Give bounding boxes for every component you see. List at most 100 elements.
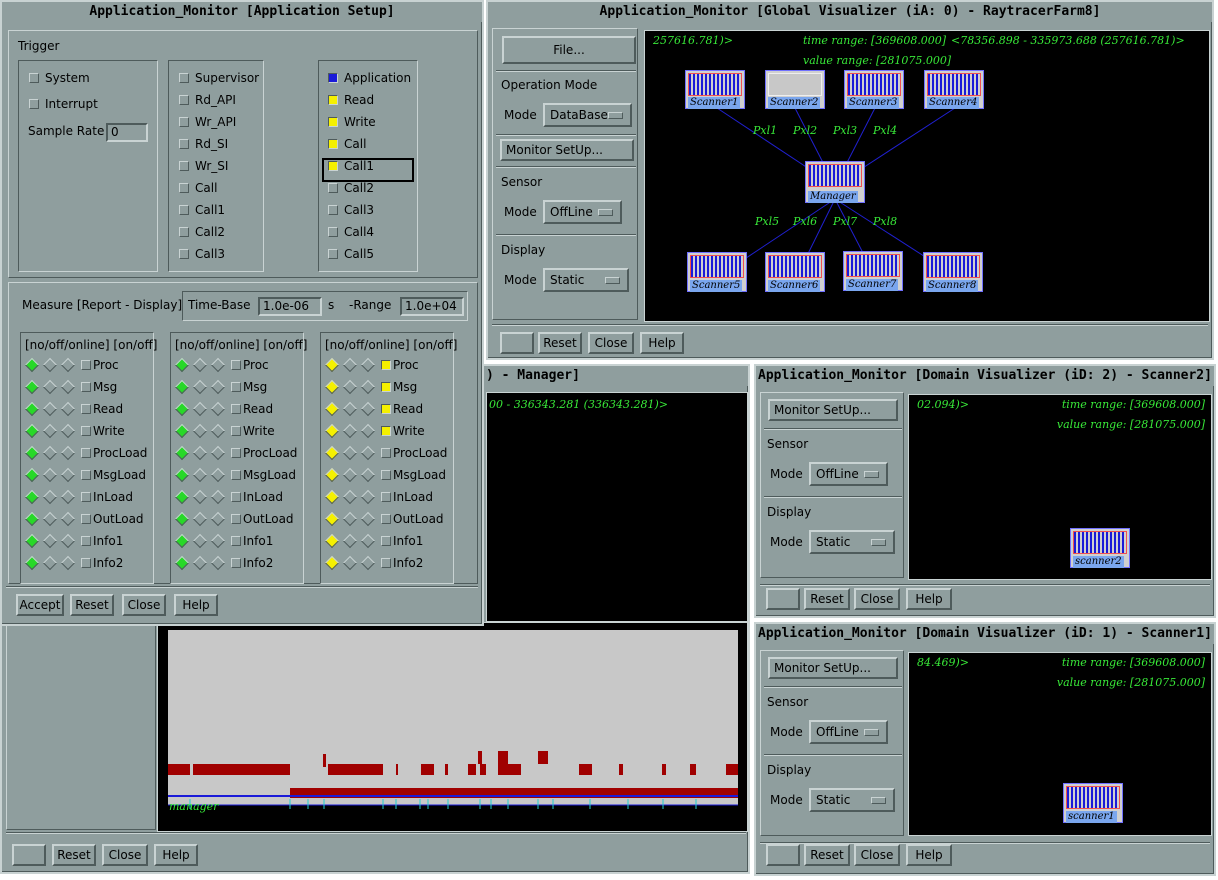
trigger-col3-checkbox[interactable] <box>328 95 338 105</box>
scanner2-close-button[interactable]: Close <box>854 588 900 610</box>
trigger-col3-checkbox[interactable] <box>328 117 338 127</box>
scanner1-sensor-dropdown[interactable]: OffLine <box>809 720 888 744</box>
measure-display-checkbox[interactable] <box>381 514 391 524</box>
measure-display-checkbox[interactable] <box>381 382 391 392</box>
measure-display-checkbox[interactable] <box>231 492 241 502</box>
scanner2-sensor-dropdown[interactable]: OffLine <box>809 462 888 486</box>
measure-display-checkbox[interactable] <box>231 558 241 568</box>
node-scanner7[interactable]: Scanner7 <box>843 251 903 291</box>
measure-display-checkbox[interactable] <box>81 404 91 414</box>
measure-display-checkbox[interactable] <box>81 536 91 546</box>
trigger-col2-checkbox[interactable] <box>179 249 189 259</box>
measure-display-checkbox[interactable] <box>381 492 391 502</box>
trigger-col3-checkbox[interactable] <box>328 249 338 259</box>
global-blank-button[interactable] <box>500 332 534 354</box>
setup-close-button[interactable]: Close <box>122 594 166 616</box>
scanner1-monitor-setup-button[interactable]: Monitor SetUp... <box>768 657 898 679</box>
trigger-col2-checkbox[interactable] <box>179 227 189 237</box>
measure-display-checkbox[interactable] <box>381 360 391 370</box>
setup-reset-button[interactable]: Reset <box>70 594 114 616</box>
global-reset-button[interactable]: Reset <box>538 332 582 354</box>
operation-mode-dropdown[interactable]: DataBase <box>543 103 632 127</box>
scanner2-blank-button[interactable] <box>766 588 800 610</box>
measure-label-write: Write <box>243 424 275 438</box>
scanner1-display-dropdown[interactable]: Static <box>809 788 895 812</box>
file-button[interactable]: File... <box>502 36 636 64</box>
measure-display-checkbox[interactable] <box>81 360 91 370</box>
node-scanner4[interactable]: Scanner4 <box>924 70 984 109</box>
trigger-col2-checkbox[interactable] <box>179 205 189 215</box>
measure-display-checkbox[interactable] <box>381 448 391 458</box>
manager-help-button[interactable]: Help <box>154 844 198 866</box>
scanner2-reset-button[interactable]: Reset <box>804 588 850 610</box>
range-input[interactable]: 1.0e+04 <box>400 297 464 316</box>
trigger-col3-checkbox[interactable] <box>328 227 338 237</box>
node-scanner6[interactable]: Scanner6 <box>765 252 825 292</box>
measure-display-checkbox[interactable] <box>81 514 91 524</box>
accept-button[interactable]: Accept <box>16 594 64 616</box>
trigger-col2-checkbox[interactable] <box>179 73 189 83</box>
setup-help-button[interactable]: Help <box>174 594 218 616</box>
measure-display-checkbox[interactable] <box>231 426 241 436</box>
trigger-col2-checkbox[interactable] <box>179 117 189 127</box>
global-close-button[interactable]: Close <box>588 332 634 354</box>
measure-display-checkbox[interactable] <box>381 470 391 480</box>
measure-display-checkbox[interactable] <box>381 558 391 568</box>
scanner2-node[interactable]: scanner2 <box>1070 528 1130 568</box>
measure-display-checkbox[interactable] <box>381 404 391 414</box>
scanner2-help-button[interactable]: Help <box>906 588 952 610</box>
sample-rate-input[interactable]: 0 <box>106 123 148 142</box>
measure-display-checkbox[interactable] <box>81 382 91 392</box>
interrupt-checkbox[interactable] <box>29 99 39 109</box>
node-scanner2[interactable]: Scanner2 <box>765 70 825 109</box>
trigger-col2-checkbox[interactable] <box>179 95 189 105</box>
scanner1-reset-button[interactable]: Reset <box>804 844 850 866</box>
sensor-mode-dropdown[interactable]: OffLine <box>543 200 622 224</box>
measure-label-procload: ProcLoad <box>243 446 298 460</box>
node-scanner1[interactable]: Scanner1 <box>685 70 745 109</box>
link-label-pxl1: Pxl1 <box>753 124 778 137</box>
trigger-col3-label: Call5 <box>344 247 375 261</box>
measure-display-checkbox[interactable] <box>231 514 241 524</box>
trigger-col3-checkbox[interactable] <box>328 183 338 193</box>
monitor-setup-button[interactable]: Monitor SetUp... <box>500 139 634 161</box>
display-mode-dropdown[interactable]: Static <box>543 268 629 292</box>
trigger-col3-checkbox[interactable] <box>328 205 338 215</box>
measure-display-checkbox[interactable] <box>381 426 391 436</box>
trigger-col2-checkbox[interactable] <box>179 139 189 149</box>
scanner1-close-button[interactable]: Close <box>854 844 900 866</box>
measure-display-checkbox[interactable] <box>81 448 91 458</box>
scanner1-node[interactable]: scanner1 <box>1063 783 1123 823</box>
global-help-button[interactable]: Help <box>640 332 684 354</box>
node-scanner5[interactable]: Scanner5 <box>687 252 747 292</box>
scanner2-window: Application_Monitor [Domain Visualizer (… <box>754 364 1216 618</box>
trigger-col3-checkbox[interactable] <box>328 139 338 149</box>
measure-display-checkbox[interactable] <box>81 558 91 568</box>
manager-blank-button[interactable] <box>12 844 46 866</box>
trigger-col3-checkbox[interactable] <box>328 73 338 83</box>
timebase-input[interactable]: 1.0e-06 <box>258 297 322 316</box>
measure-display-checkbox[interactable] <box>231 404 241 414</box>
scanner1-blank-button[interactable] <box>766 844 800 866</box>
scanner2-monitor-setup-button[interactable]: Monitor SetUp... <box>768 399 898 421</box>
scanner2-display-dropdown[interactable]: Static <box>809 530 895 554</box>
measure-display-checkbox[interactable] <box>231 448 241 458</box>
scanner1-help-button[interactable]: Help <box>906 844 952 866</box>
measure-display-checkbox[interactable] <box>81 470 91 480</box>
measure-display-checkbox[interactable] <box>381 536 391 546</box>
measure-display-checkbox[interactable] <box>231 360 241 370</box>
measure-display-checkbox[interactable] <box>81 426 91 436</box>
manager-close-button[interactable]: Close <box>102 844 148 866</box>
system-checkbox[interactable] <box>29 73 39 83</box>
node-scanner3[interactable]: Scanner3 <box>844 70 904 109</box>
trigger-col2-checkbox[interactable] <box>179 161 189 171</box>
measure-display-checkbox[interactable] <box>81 492 91 502</box>
measure-display-checkbox[interactable] <box>231 470 241 480</box>
manager-reset-button[interactable]: Reset <box>52 844 96 866</box>
trigger-col2-checkbox[interactable] <box>179 183 189 193</box>
node-manager[interactable]: Manager <box>805 161 865 203</box>
measure-display-checkbox[interactable] <box>231 382 241 392</box>
node-scanner8[interactable]: Scanner8 <box>923 252 983 292</box>
measure-display-checkbox[interactable] <box>231 536 241 546</box>
scanner1-canvas: 84.469)> time range: [369608.000] value … <box>908 652 1212 836</box>
